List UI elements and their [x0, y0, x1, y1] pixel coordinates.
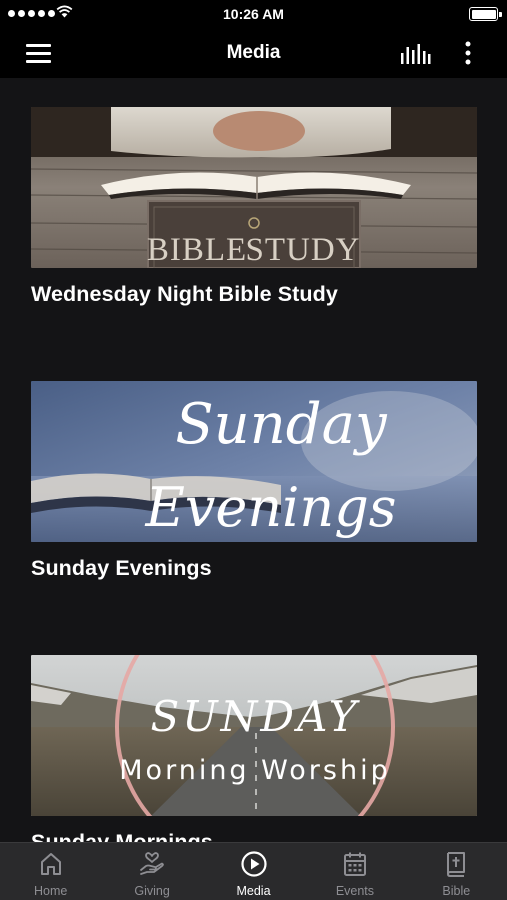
- hamburger-menu-icon[interactable]: [24, 42, 54, 64]
- sunday-evenings-thumbnail: Sunday Evenings: [31, 381, 477, 542]
- more-options-icon[interactable]: [458, 40, 478, 68]
- bible-study-thumbnail: BIBLE STUDY: [31, 107, 477, 268]
- battery-icon: [469, 7, 502, 21]
- sunday-mornings-thumbnail: SUNDAY Morning Worship: [31, 655, 477, 816]
- bible-study-artwork-text-1: BIBLE: [147, 232, 247, 268]
- tab-home[interactable]: Home: [0, 843, 101, 900]
- tab-label: Bible: [442, 884, 471, 898]
- media-item-title: Wednesday Night Bible Study: [31, 282, 338, 306]
- sunday-evenings-artwork-text-2: Evenings: [145, 476, 397, 539]
- audio-levels-icon[interactable]: [397, 40, 433, 68]
- bible-study-artwork-text-2: STUDY: [245, 232, 360, 268]
- tab-giving[interactable]: Giving: [101, 843, 202, 900]
- tab-label: Media: [236, 884, 271, 898]
- tab-bar: Home Giving Media Events Bible: [0, 842, 507, 900]
- tab-events[interactable]: Events: [304, 843, 405, 900]
- media-item-sunday-evenings[interactable]: Sunday Evenings Sunday Evenings: [31, 381, 477, 581]
- play-circle-icon: [240, 851, 267, 877]
- navigation-bar: Media: [0, 28, 507, 78]
- sunday-mornings-artwork-text-2: Morning Worship: [119, 755, 390, 786]
- status-bar: 10:26 AM: [0, 0, 507, 28]
- media-item-sunday-mornings[interactable]: SUNDAY Morning Worship Sunday Mornings: [31, 655, 477, 842]
- tab-label: Home: [34, 884, 68, 898]
- media-item-title: Sunday Mornings: [31, 830, 213, 842]
- home-icon: [40, 853, 61, 875]
- tab-media[interactable]: Media: [203, 843, 304, 900]
- sunday-evenings-artwork-text-1: Sunday: [175, 392, 388, 457]
- calendar-icon: [343, 852, 366, 876]
- tab-label: Giving: [134, 884, 170, 898]
- status-time: 10:26 AM: [223, 6, 284, 22]
- media-item-bible-study[interactable]: BIBLE STUDY Wednesday Night Bible Study: [31, 107, 477, 307]
- tab-label: Events: [335, 884, 375, 898]
- media-list: BIBLE STUDY Wednesday Night Bible Study: [0, 78, 507, 842]
- sunday-mornings-artwork-text-1: SUNDAY: [151, 692, 361, 741]
- bible-icon: [447, 852, 466, 877]
- tab-bible[interactable]: Bible: [406, 843, 507, 900]
- media-item-title: Sunday Evenings: [31, 556, 212, 580]
- giving-hand-icon: [140, 852, 164, 875]
